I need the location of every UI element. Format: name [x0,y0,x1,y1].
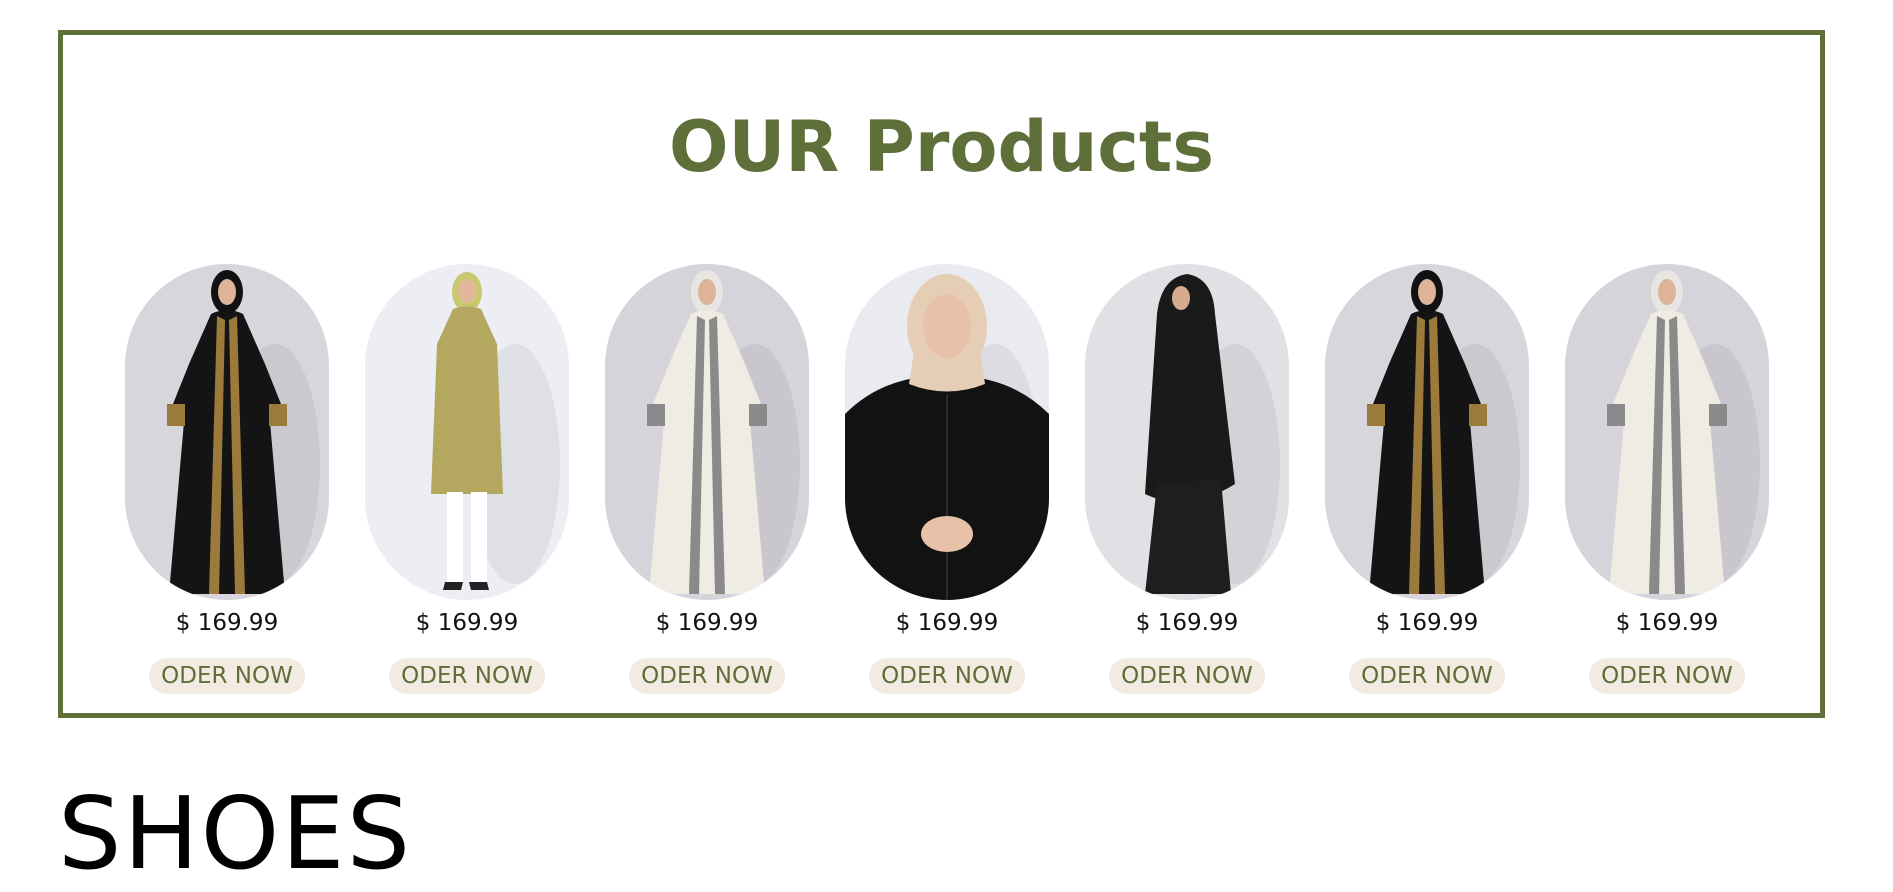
left-cuff [1367,404,1385,426]
product-grid: $ 169.99 ODER NOW $ 169.99 ODER NOW $ 16… [125,264,1769,694]
product-card: $ 169.99 ODER NOW [1565,264,1769,694]
product-photo-illustration [605,264,809,600]
order-now-button[interactable]: ODER NOW [149,658,305,694]
hands [921,516,973,552]
product-image[interactable] [845,264,1049,600]
product-image[interactable] [1325,264,1529,600]
products-section: OUR Products $ 169.99 ODER NOW $ 169.99 … [58,30,1825,718]
product-card: $ 169.99 ODER NOW [1085,264,1289,694]
product-photo-illustration [845,264,1049,600]
product-price: $ 169.99 [1615,610,1719,636]
product-card: $ 169.99 ODER NOW [845,264,1049,694]
left-leg [447,492,463,582]
product-card: $ 169.99 ODER NOW [605,264,809,694]
face [218,279,236,305]
order-now-button[interactable]: ODER NOW [1349,658,1505,694]
product-price: $ 169.99 [175,610,279,636]
order-now-button[interactable]: ODER NOW [1589,658,1745,694]
product-photo-illustration [125,264,329,600]
face [1658,279,1676,305]
product-card: $ 169.99 ODER NOW [125,264,329,694]
product-image[interactable] [605,264,809,600]
right-cuff [1709,404,1727,426]
product-price: $ 169.99 [655,610,759,636]
order-now-button[interactable]: ODER NOW [389,658,545,694]
face [698,279,716,305]
left-cuff [647,404,665,426]
product-photo-illustration [365,264,569,600]
left-cuff [167,404,185,426]
skirt [1145,479,1231,594]
order-now-button[interactable]: ODER NOW [1109,658,1265,694]
product-price: $ 169.99 [1375,610,1479,636]
face [1172,286,1190,310]
product-photo-illustration [1325,264,1529,600]
face [1418,279,1436,305]
order-now-button[interactable]: ODER NOW [629,658,785,694]
product-image[interactable] [365,264,569,600]
product-card: $ 169.99 ODER NOW [365,264,569,694]
product-price: $ 169.99 [415,610,519,636]
right-cuff [269,404,287,426]
product-image[interactable] [1565,264,1769,600]
face [458,279,476,303]
section-title: OUR Products [668,106,1215,188]
shoes-section-title: SHOES [58,775,413,892]
right-cuff [749,404,767,426]
product-image[interactable] [125,264,329,600]
product-price: $ 169.99 [895,610,999,636]
right-cuff [1469,404,1487,426]
left-cuff [1607,404,1625,426]
product-image[interactable] [1085,264,1289,600]
tunic [431,306,503,494]
face [923,294,971,358]
product-photo-illustration [1565,264,1769,600]
product-card: $ 169.99 ODER NOW [1325,264,1529,694]
order-now-button[interactable]: ODER NOW [869,658,1025,694]
right-leg [471,492,487,582]
product-photo-illustration [1085,264,1289,600]
product-price: $ 169.99 [1135,610,1239,636]
